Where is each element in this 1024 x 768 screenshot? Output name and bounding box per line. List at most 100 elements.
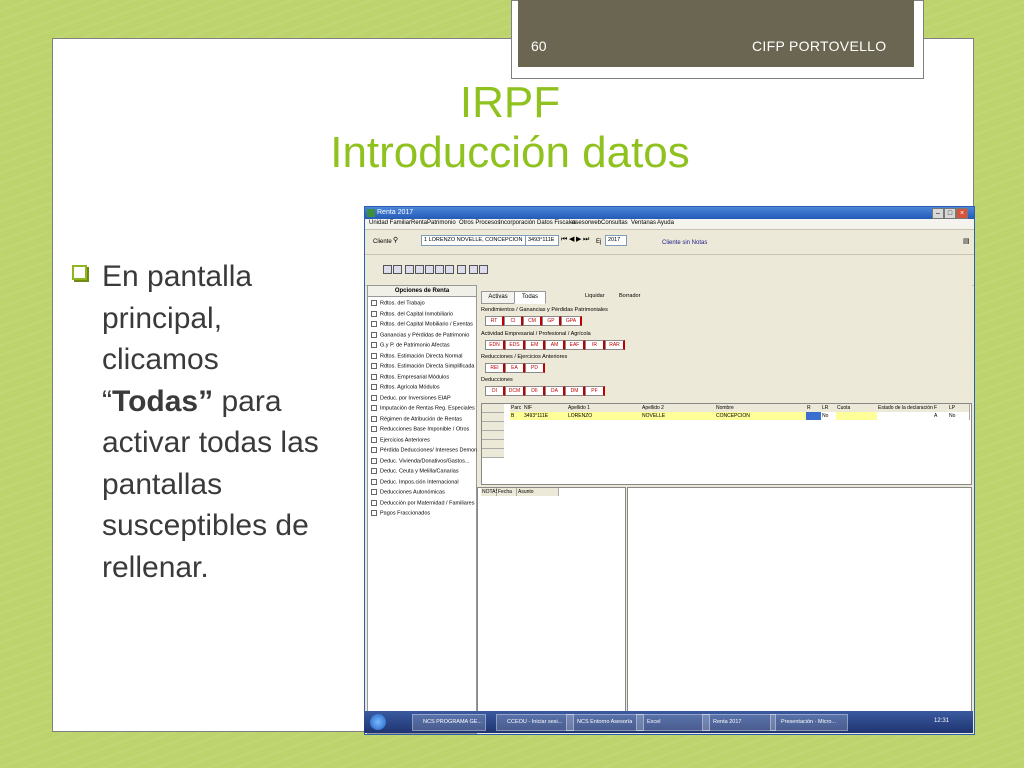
option-item[interactable]: Rdtos. Estimación Directa Normal — [371, 352, 463, 359]
year-field[interactable]: 2017 — [605, 235, 627, 246]
taskbar-item[interactable]: Excel — [636, 714, 710, 731]
menu-renta[interactable]: Renta — [411, 220, 427, 226]
option-item[interactable]: Ejercicios Anteriores — [371, 436, 430, 443]
menu-consultas[interactable]: Consultas — [601, 220, 628, 226]
client-nif-field[interactable]: 3493°111E — [525, 235, 559, 246]
toolbar-icon-5[interactable] — [425, 265, 434, 274]
module-button[interactable]: CM — [523, 316, 542, 326]
module-button[interactable]: EA — [505, 363, 525, 373]
taskbar-item[interactable]: CCEOU - Iniciar sesi... — [496, 714, 574, 731]
option-item[interactable]: Pagos Fraccionados — [371, 510, 430, 516]
first-record-icon[interactable]: ⏮ — [561, 236, 567, 244]
grid-header-cell: Apellido 1 — [567, 404, 642, 412]
toolbar-icon-9[interactable] — [469, 265, 478, 274]
checkbox-icon — [371, 436, 377, 443]
menu-ayuda[interactable]: Ayuda — [657, 220, 674, 226]
option-item[interactable]: Rdtos. Empresarial Módulos — [371, 373, 449, 380]
grid-cell[interactable] — [836, 412, 878, 420]
option-item[interactable]: G.y P. de Patrimonio Afectas — [371, 342, 450, 348]
module-button[interactable]: EDN — [485, 340, 505, 350]
option-item[interactable]: Rdtos. del Trabajo — [371, 300, 425, 306]
option-item[interactable]: Pérdida Deducciones/ Intereses Demora — [371, 447, 479, 453]
module-button[interactable]: IR — [585, 340, 605, 350]
toolbar-icon-1[interactable] — [383, 265, 392, 274]
client-name-field[interactable]: 1 LORENZO NOVELLE, CONCEPCION — [421, 235, 527, 246]
taskbar-item[interactable]: NCS PROGRAMA GE... — [412, 714, 486, 731]
grid-cell[interactable]: No — [948, 412, 970, 420]
tab-todas[interactable]: Todas — [514, 291, 546, 304]
prev-record-icon[interactable]: ◀ — [569, 236, 574, 244]
grid-header-cell: F — [933, 404, 949, 412]
module-button[interactable]: DA — [545, 386, 565, 396]
toolbar-icon-8[interactable] — [457, 265, 466, 274]
checkbox-icon — [371, 405, 377, 411]
grid-cell[interactable]: No — [821, 412, 837, 420]
toolbar-icon-3[interactable] — [405, 265, 414, 274]
grid-cell-selected[interactable] — [806, 412, 822, 420]
option-item[interactable]: Régimen de Atribución de Rentas — [371, 415, 462, 422]
taskbar-item[interactable]: NCS Entorno Asesoría — [566, 714, 644, 731]
module-button[interactable]: DI — [485, 386, 505, 396]
option-item[interactable]: Rdtos. Estimación Directa Simplificada — [371, 363, 474, 369]
borrador-link[interactable]: Borrador — [619, 293, 640, 299]
close-icon[interactable]: × — [956, 208, 968, 219]
menu-otros-procesos[interactable]: Otros Procesos — [459, 220, 500, 226]
grid-cell[interactable]: B — [510, 412, 524, 420]
menu-patrimonio[interactable]: Patrimonio — [427, 220, 456, 226]
module-button[interactable]: REI — [485, 363, 505, 373]
toolbar-icon-4[interactable] — [415, 265, 424, 274]
toolbar-icon-6[interactable] — [435, 265, 444, 274]
menu-ventanas[interactable]: Ventanas — [631, 220, 656, 226]
module-button[interactable]: GP — [542, 316, 561, 326]
grid-cell[interactable]: NOVELLE — [641, 412, 716, 420]
option-item[interactable]: Deducción por Maternidad / Familiares — [371, 499, 474, 506]
taskbar-item[interactable]: Renta 2017 — [702, 714, 776, 731]
grid-cell[interactable]: LORENZO — [567, 412, 642, 420]
grid-cell[interactable]: CONCEPCION — [715, 412, 807, 420]
module-button[interactable]: RT — [485, 316, 504, 326]
option-item[interactable]: Deducciones Autonómicas — [371, 489, 445, 495]
option-item[interactable]: Rdtos. del Capital Mobiliario / Exentas — [371, 321, 473, 327]
option-item[interactable]: Reducciones Base Imponible / Otros — [371, 426, 469, 432]
module-button[interactable]: PD — [525, 363, 545, 373]
menu-incorporacion[interactable]: Incorporación Datos Fiscales — [499, 220, 576, 226]
toolbar-icon-2[interactable] — [393, 265, 402, 274]
main-toolbar — [365, 255, 974, 286]
maximize-icon[interactable]: □ — [944, 208, 956, 219]
module-button[interactable]: RAR — [605, 340, 625, 350]
liquidar-link[interactable]: Liquidar — [585, 293, 605, 299]
module-button[interactable]: DII — [525, 386, 545, 396]
module-button[interactable]: EM — [525, 340, 545, 350]
module-button[interactable]: AM — [545, 340, 565, 350]
start-button-icon[interactable] — [370, 714, 386, 730]
clipboard-icon[interactable]: ▤ — [963, 238, 970, 246]
taskbar-item[interactable]: Presentación - Micro... — [770, 714, 848, 731]
option-item[interactable]: Rdtos. Agrícola Módulos — [371, 384, 440, 390]
module-button[interactable]: EAF — [565, 340, 585, 350]
module-button[interactable]: PF — [585, 386, 605, 396]
grid-cell[interactable] — [877, 412, 934, 420]
grid-cell[interactable]: A — [933, 412, 949, 420]
option-item[interactable]: Deduc. Impos.ción Internacional — [371, 478, 459, 485]
module-button[interactable]: EDS — [505, 340, 525, 350]
minimize-icon[interactable]: – — [932, 208, 944, 219]
module-button[interactable]: DCM — [505, 386, 525, 396]
option-item[interactable]: Ganancias y Pérdidas de Patrimonio — [371, 331, 469, 338]
menu-unidad-familiar[interactable]: Unidad Familiar — [369, 220, 411, 226]
option-item[interactable]: Deduc. Vivienda/Donativos/Gastos... — [371, 457, 469, 464]
module-button[interactable]: DM — [565, 386, 585, 396]
toolbar-icon-10[interactable] — [479, 265, 488, 274]
toolbar-icon-7[interactable] — [445, 265, 454, 274]
option-item[interactable]: Imputación de Rentas Reg. Especiales — [371, 405, 475, 411]
last-record-icon[interactable]: ⏭ — [583, 236, 589, 244]
menu-asesorweb[interactable]: asesorweb — [572, 220, 601, 226]
module-button[interactable]: GPA — [561, 316, 582, 326]
search-icon[interactable]: ⚲ — [393, 237, 398, 245]
option-item[interactable]: Rdtos. del Capital Inmobiliario — [371, 310, 453, 317]
tab-activas[interactable]: Activas — [481, 291, 515, 304]
option-item[interactable]: Deduc. por Inversiones EIAP — [371, 394, 451, 401]
module-button[interactable]: CI — [504, 316, 523, 326]
option-item[interactable]: Deduc. Ceuta y Melilla/Canarias — [371, 468, 459, 474]
grid-cell[interactable]: 3493°111E — [523, 412, 568, 420]
next-record-icon[interactable]: ▶ — [576, 236, 581, 244]
